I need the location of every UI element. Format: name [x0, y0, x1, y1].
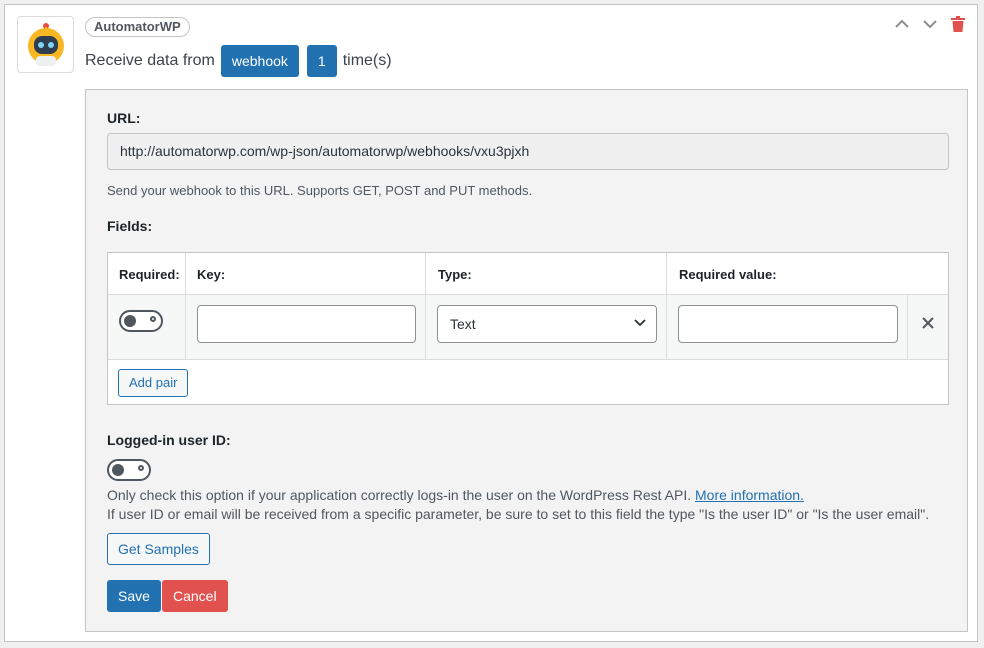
type-select-value: Text [450, 316, 476, 332]
close-icon[interactable] [921, 316, 935, 330]
required-toggle[interactable] [119, 310, 163, 332]
fields-label: Fields: [107, 218, 153, 234]
cancel-button[interactable]: Cancel [162, 580, 228, 612]
column-header-type: Type: [438, 267, 472, 282]
card-actions [893, 15, 967, 33]
logged-in-description: Only check this option if your applicati… [107, 487, 804, 503]
column-header-key: Key: [197, 267, 226, 282]
trigger-sentence: Receive data from webhook 1 time(s) [85, 45, 392, 77]
logged-in-description-line2: If user ID or email will be received fro… [107, 506, 930, 522]
logged-in-description-line1: Only check this option if your applicati… [107, 487, 692, 503]
add-pair-button[interactable]: Add pair [118, 369, 189, 397]
more-information-link[interactable]: More information. [695, 487, 804, 503]
column-header-required: Required: [119, 267, 180, 282]
key-input[interactable] [197, 305, 416, 343]
trigger-card: AutomatorWP Receive data from webhook 1 … [4, 4, 978, 642]
automatorwp-logo [17, 16, 74, 73]
trigger-options-panel: URL: http://automatorwp.com/wp-json/auto… [85, 89, 968, 632]
chevron-down-icon [634, 319, 646, 327]
chevron-up-icon[interactable] [893, 15, 911, 33]
chevron-down-icon[interactable] [921, 15, 939, 33]
logged-in-user-label: Logged-in user ID: [107, 432, 231, 448]
url-label: URL: [107, 110, 141, 126]
column-header-required-value: Required value: [679, 267, 777, 282]
url-description: Send your webhook to this URL. Supports … [107, 183, 533, 198]
sentence-suffix: time(s) [342, 52, 392, 69]
type-select[interactable]: Text [437, 305, 657, 343]
trash-icon[interactable] [949, 15, 967, 33]
webhook-url-field[interactable]: http://automatorwp.com/wp-json/automator… [107, 133, 949, 170]
required-value-input[interactable] [678, 305, 898, 343]
logged-in-user-toggle[interactable] [107, 459, 151, 481]
times-pill[interactable]: 1 [306, 45, 337, 77]
save-button[interactable]: Save [107, 580, 161, 612]
trigger-webhook-pill[interactable]: webhook [220, 45, 299, 77]
fields-table: Required: Key: Type: Required value: Tex… [107, 252, 949, 405]
integration-badge: AutomatorWP [85, 17, 190, 37]
get-samples-button[interactable]: Get Samples [107, 533, 210, 565]
sentence-prefix: Receive data from [85, 52, 215, 69]
robot-logo-icon [27, 22, 64, 66]
